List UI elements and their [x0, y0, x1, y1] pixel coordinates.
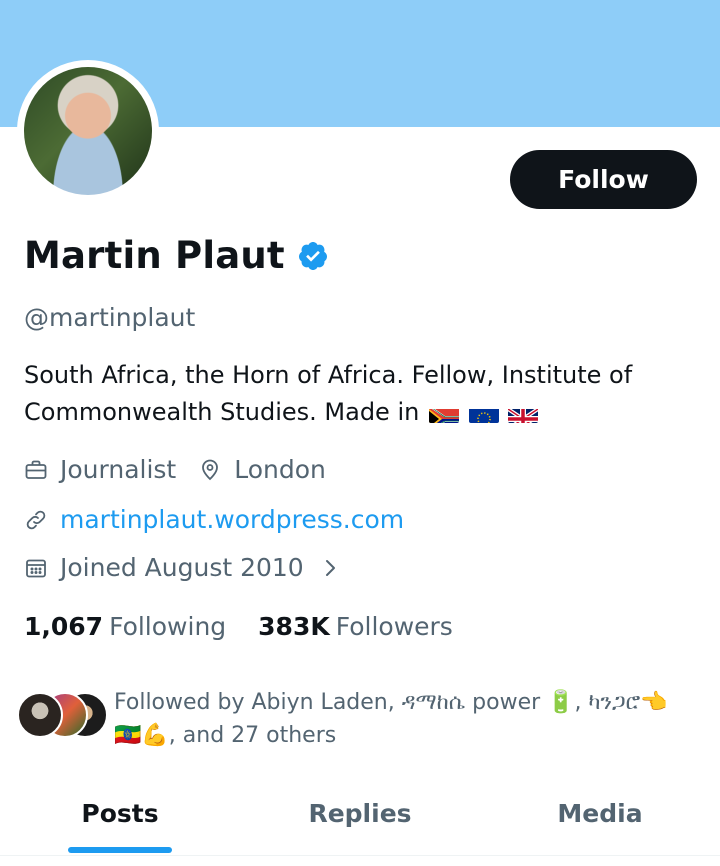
location-text: London	[234, 455, 326, 484]
verified-badge-icon[interactable]	[297, 240, 329, 272]
followers-count: 383K	[258, 612, 330, 641]
profile-tabs: Posts Replies Media	[0, 786, 720, 856]
tab-posts-label: Posts	[81, 799, 159, 828]
profile-meta-row: Journalist London	[24, 455, 348, 484]
followed-by-text[interactable]: Followed by Abiyn Laden, ዳማከሴ power 🔋, ካ…	[114, 686, 694, 752]
following-stat[interactable]: 1,067 Following	[24, 612, 226, 641]
profession-item: Journalist	[24, 455, 176, 484]
avatar-ring	[17, 60, 159, 202]
briefcase-icon	[25, 460, 47, 479]
follow-button[interactable]: Follow	[510, 150, 697, 209]
user-handle: @martinplaut	[24, 303, 196, 332]
joined-row[interactable]: Joined August 2010	[24, 553, 354, 582]
chevron-right-icon[interactable]	[318, 556, 342, 580]
follow-stats: 1,067 Following 383K Followers	[24, 612, 485, 641]
follower-avatar-1	[17, 692, 63, 738]
tab-replies-label: Replies	[308, 799, 412, 828]
profile-bio: South Africa, the Horn of Africa. Fellow…	[24, 357, 704, 431]
name-row: Martin Plaut	[24, 234, 329, 277]
south-africa-flag-icon	[428, 403, 459, 423]
tab-media[interactable]: Media	[480, 786, 720, 856]
eu-flag-icon	[468, 403, 499, 423]
tabs-divider	[0, 855, 720, 856]
followers-label: Followers	[335, 612, 453, 641]
uk-flag-icon	[508, 403, 539, 423]
calendar-icon	[26, 559, 46, 577]
following-count: 1,067	[24, 612, 104, 641]
link-icon	[26, 510, 46, 529]
display-name: Martin Plaut	[24, 234, 285, 277]
avatar[interactable]	[24, 67, 152, 195]
location-pin-icon	[202, 459, 219, 480]
website-row: martinplaut.wordpress.com	[24, 505, 404, 534]
active-tab-indicator	[68, 847, 172, 853]
tab-media-label: Media	[557, 799, 643, 828]
bio-text: South Africa, the Horn of Africa. Fellow…	[24, 361, 633, 426]
following-label: Following	[109, 612, 227, 641]
tab-posts[interactable]: Posts	[0, 786, 240, 856]
website-link[interactable]: martinplaut.wordpress.com	[60, 505, 404, 534]
profession-text: Journalist	[60, 455, 177, 484]
location-item: London	[198, 455, 326, 484]
tab-replies[interactable]: Replies	[240, 786, 480, 856]
joined-text: Joined August 2010	[60, 553, 304, 582]
followers-stat[interactable]: 383K Followers	[258, 612, 453, 641]
